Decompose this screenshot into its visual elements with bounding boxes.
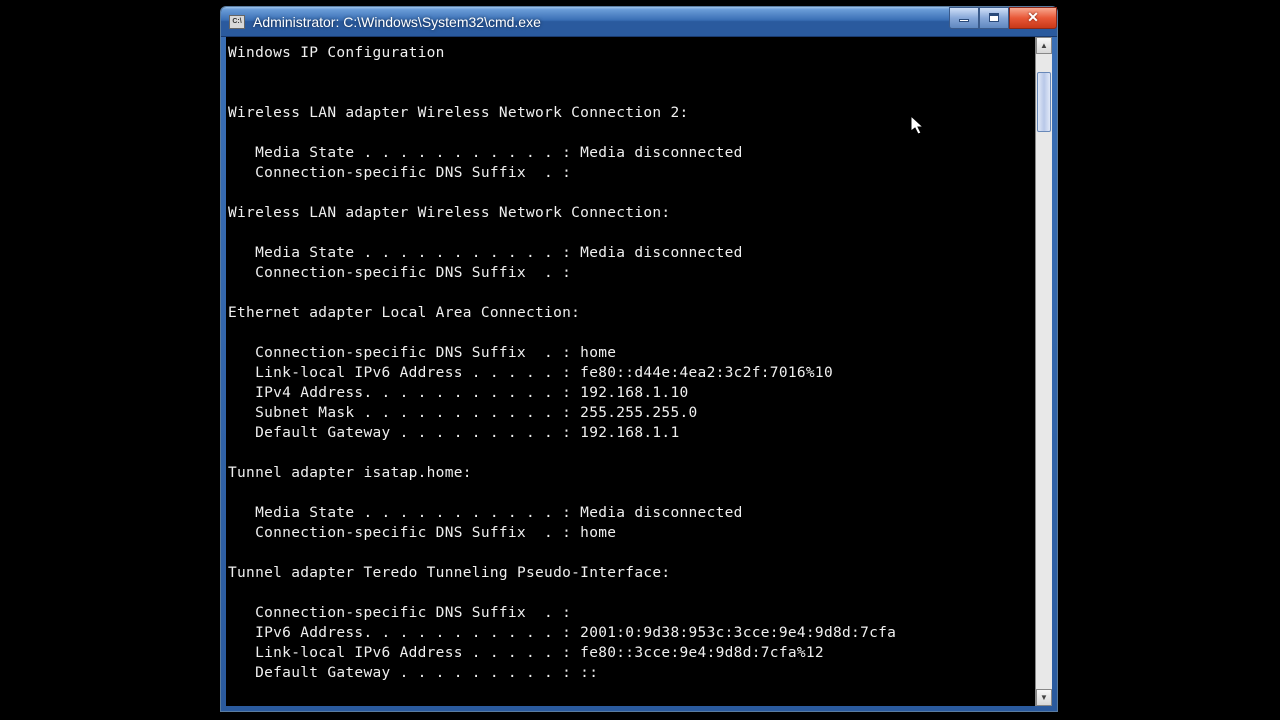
window-title: Administrator: C:\Windows\System32\cmd.e… <box>253 14 949 30</box>
titlebar[interactable]: C:\ Administrator: C:\Windows\System32\c… <box>221 7 1057 37</box>
vertical-scrollbar[interactable]: ▲ ▼ <box>1035 37 1052 706</box>
cmd-icon: C:\ <box>229 15 245 29</box>
scroll-thumb[interactable] <box>1037 72 1051 132</box>
minimize-icon <box>959 19 969 22</box>
window-controls: ✕ <box>949 7 1057 29</box>
close-button[interactable]: ✕ <box>1009 7 1057 29</box>
console-output[interactable]: Windows IP Configuration Wireless LAN ad… <box>226 37 1035 706</box>
cmd-window: C:\ Administrator: C:\Windows\System32\c… <box>220 6 1058 712</box>
scroll-track[interactable] <box>1036 54 1052 689</box>
window-body: Windows IP Configuration Wireless LAN ad… <box>221 37 1057 711</box>
console-area: Windows IP Configuration Wireless LAN ad… <box>226 37 1052 706</box>
scroll-up-button[interactable]: ▲ <box>1036 37 1052 54</box>
scroll-down-button[interactable]: ▼ <box>1036 689 1052 706</box>
maximize-button[interactable] <box>979 7 1009 29</box>
maximize-icon <box>989 13 999 22</box>
close-icon: ✕ <box>1027 9 1039 26</box>
minimize-button[interactable] <box>949 7 979 29</box>
